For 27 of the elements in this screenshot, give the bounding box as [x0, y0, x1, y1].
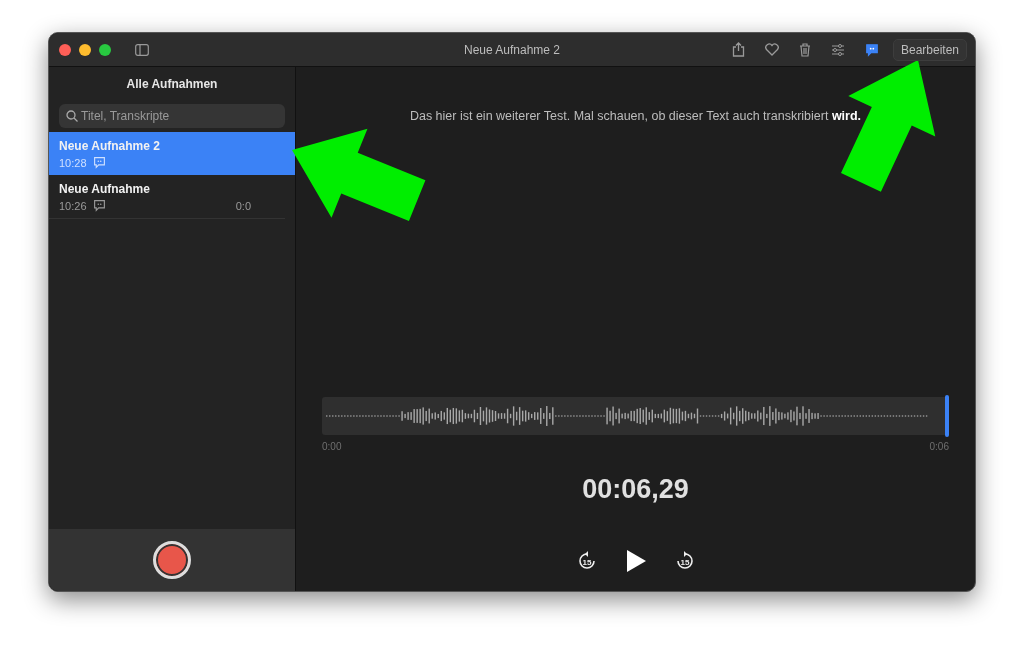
record-button[interactable] [153, 541, 191, 579]
recording-name: Neue Aufnahme [59, 182, 151, 196]
skip-back-button[interactable]: 15 [576, 551, 597, 571]
skip-forward-button[interactable]: 15 [674, 551, 695, 571]
waveform-track[interactable] [322, 397, 949, 435]
transcript-icon [92, 156, 106, 169]
heart-icon[interactable] [762, 41, 781, 58]
recording-item[interactable]: Neue Aufnahme 10:26 0:0 [49, 175, 285, 219]
sidebar-toggle-icon[interactable] [133, 41, 151, 58]
end-time: 0:06 [929, 441, 949, 452]
recording-name: Neue Aufnahme 2 [59, 139, 161, 153]
play-icon[interactable] [624, 549, 647, 573]
recording-duration: 0:0 [235, 199, 251, 212]
window-title: Neue Aufnahme 2 [463, 42, 561, 57]
zoom-button[interactable] [99, 43, 111, 56]
search-field[interactable]: Titel, Transkripte [59, 104, 285, 128]
close-button[interactable] [59, 43, 71, 56]
transcript-icon [92, 199, 106, 212]
edit-button[interactable]: Bearbeiten [892, 38, 967, 61]
recording-time: 10:26 [59, 199, 87, 212]
search-icon [66, 110, 78, 122]
transcript-text: Das hier ist ein weiterer Test. Mal schauen, ob dieser Text auch transkribiert wird. [409, 109, 862, 123]
start-time: 0:00 [322, 441, 342, 452]
recording-time: 10:28 [59, 156, 87, 169]
elapsed-time: 00:06,29 [582, 474, 689, 505]
minimize-button[interactable] [79, 43, 91, 56]
sidebar-title: Alle Aufnahmen [125, 76, 219, 93]
